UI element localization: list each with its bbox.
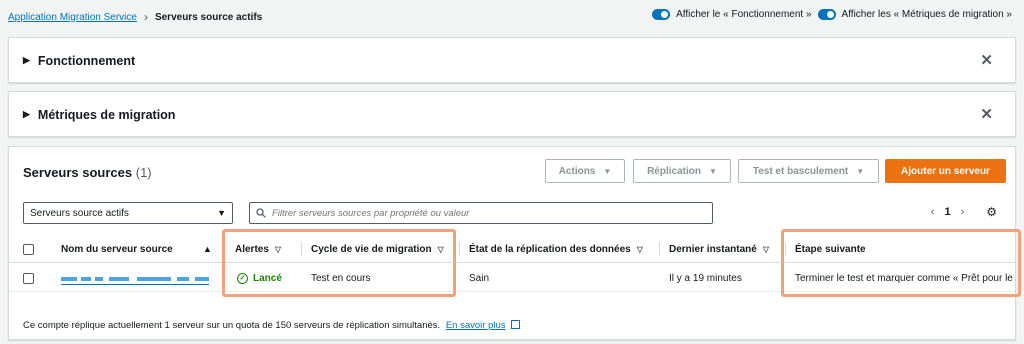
redacted-text (177, 277, 189, 281)
pagination: ‹ 1 › ⚙ (931, 205, 997, 219)
quota-text: Ce compte réplique actuellement 1 serveu… (23, 320, 441, 331)
prev-page-icon[interactable]: ‹ (931, 206, 935, 218)
gear-icon[interactable]: ⚙ (986, 205, 997, 219)
caret-down-icon: ▼ (603, 166, 612, 176)
last-snapshot-cell: Il y a 19 minutes (669, 272, 742, 284)
column-divider[interactable] (659, 242, 660, 256)
redacted-text (137, 277, 171, 281)
highlight-box-next-step (781, 229, 1021, 297)
select-all-checkbox[interactable] (23, 243, 34, 255)
caret-down-icon: ▼ (217, 208, 226, 218)
col-name-label: Nom du serveur source (61, 243, 173, 255)
actions-button[interactable]: Actions ▼ (545, 159, 625, 183)
breadcrumb-root-link[interactable]: Application Migration Service (8, 12, 137, 23)
redacted-text (195, 277, 209, 281)
operational-panel: ▶ Fonctionnement ✕ (8, 37, 1016, 83)
source-servers-title: Serveurs sources (23, 165, 133, 180)
page-number[interactable]: 1 (944, 206, 950, 218)
col-replication-state[interactable]: État de la réplication des données ▽ (469, 235, 643, 263)
redacted-text (61, 277, 77, 281)
test-cutover-button[interactable]: Test et basculement ▼ (738, 159, 879, 183)
breadcrumb: Application Migration Service › Serveurs… (8, 10, 262, 24)
col-last-snapshot[interactable]: Dernier instantané ▽ (669, 235, 769, 263)
add-server-button[interactable]: Ajouter un serveur (885, 159, 1006, 183)
replication-button[interactable]: Réplication ▼ (633, 159, 731, 183)
link-underline (61, 284, 209, 285)
caret-down-icon: ▼ (708, 166, 717, 176)
test-cutover-label: Test et basculement (752, 165, 849, 177)
operational-title: Fonctionnement (37, 53, 136, 68)
row-checkbox[interactable] (23, 272, 34, 284)
col-replication-state-label: État de la réplication des données (469, 243, 631, 255)
sort-icon: ▽ (762, 244, 769, 254)
metrics-expander[interactable]: ▶ Métriques de migration ✕ (9, 92, 1015, 137)
filter-select-value: Serveurs source actifs (30, 207, 129, 219)
metrics-toggle[interactable] (817, 9, 836, 20)
panel-toggles: Afficher le « Fonctionnement » Afficher … (652, 9, 1018, 20)
caret-right-icon: ▶ (23, 55, 30, 65)
chevron-right-icon: › (143, 10, 148, 24)
quota-footer: Ce compte réplique actuellement 1 serveu… (23, 319, 521, 331)
next-page-icon[interactable]: › (961, 206, 965, 218)
col-name[interactable]: Nom du serveur source (61, 235, 173, 263)
operational-toggle[interactable] (652, 9, 671, 20)
caret-down-icon: ▼ (856, 166, 865, 176)
server-name-link[interactable] (61, 273, 209, 285)
source-servers-count: (1) (135, 165, 152, 180)
learn-more-link[interactable]: En savoir plus (446, 320, 506, 331)
breadcrumb-current: Serveurs source actifs (154, 11, 263, 23)
actions-label: Actions (558, 165, 596, 177)
close-icon[interactable]: ✕ (980, 51, 993, 69)
filter-select[interactable]: Serveurs source actifs ▼ (23, 202, 233, 224)
col-last-snapshot-label: Dernier instantané (669, 243, 757, 255)
search-field[interactable] (249, 202, 713, 224)
redacted-text (95, 277, 103, 281)
sort-icon: ▽ (636, 244, 643, 254)
replication-state-cell: Sain (469, 272, 490, 284)
top-bar: Application Migration Service › Serveurs… (0, 0, 1024, 34)
search-icon (256, 208, 266, 218)
metrics-panel: ▶ Métriques de migration ✕ (8, 91, 1016, 137)
metrics-title: Métriques de migration (37, 107, 176, 122)
operational-expander[interactable]: ▶ Fonctionnement ✕ (9, 38, 1015, 83)
close-icon[interactable]: ✕ (980, 105, 993, 123)
column-divider[interactable] (459, 242, 460, 256)
search-input[interactable] (272, 207, 692, 219)
highlight-box-alerts-lifecycle (222, 229, 456, 297)
redacted-text (109, 277, 129, 281)
source-servers-heading: Serveurs sources (1) (23, 165, 152, 180)
add-server-label: Ajouter un serveur (901, 165, 990, 177)
sort-asc-icon[interactable]: ▲ (203, 235, 212, 263)
redacted-text (81, 277, 91, 281)
caret-right-icon: ▶ (23, 109, 30, 119)
operational-toggle-label: Afficher le « Fonctionnement » (676, 9, 812, 20)
select-all-cell (23, 235, 34, 263)
row-select-cell (23, 264, 34, 292)
replication-label: Réplication (647, 165, 701, 177)
metrics-toggle-label: Afficher les « Métriques de migration » (841, 9, 1012, 20)
external-link-icon (511, 320, 521, 329)
